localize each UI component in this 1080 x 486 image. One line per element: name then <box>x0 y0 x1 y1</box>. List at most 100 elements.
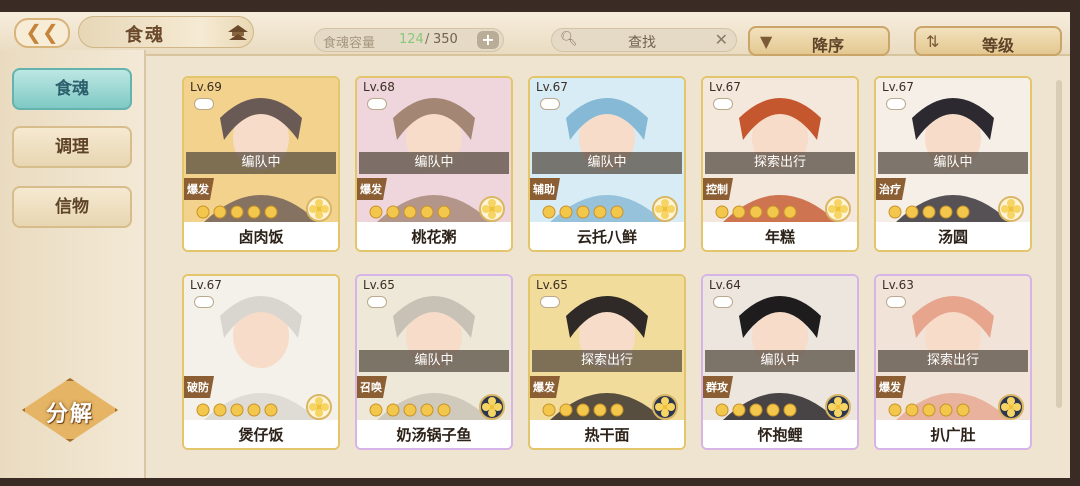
level-label: Lv.67 <box>882 80 914 94</box>
star-icon <box>956 205 970 219</box>
star-rating <box>369 205 451 219</box>
card-name: 扒广肚 <box>876 422 1030 448</box>
star-icon <box>905 205 919 219</box>
star-icon <box>888 403 902 417</box>
food-soul-card[interactable]: Lv.67 破防 煲仔饭 <box>182 274 340 450</box>
rank-flower-icon <box>998 196 1024 222</box>
flower-icon <box>1001 199 1021 219</box>
card-name: 热干面 <box>530 422 684 448</box>
search-icon: 🔍︎ <box>560 31 578 47</box>
star-icon <box>593 403 607 417</box>
star-icon <box>403 205 417 219</box>
capacity-separator: / <box>425 32 430 47</box>
card-name: 卤肉饭 <box>184 224 338 250</box>
search-bar[interactable]: 🔍︎ 查找 ✕ <box>551 28 737 52</box>
star-icon <box>956 403 970 417</box>
star-icon <box>420 403 434 417</box>
food-soul-card[interactable]: Lv.64 编队中群攻怀抱鲤 <box>701 274 859 450</box>
role-badge: 控制 <box>703 178 735 200</box>
rank-flower-icon <box>825 394 851 420</box>
rank-flower-icon <box>652 394 678 420</box>
star-icon <box>905 403 919 417</box>
rank-flower-icon <box>998 394 1024 420</box>
star-icon <box>386 403 400 417</box>
star-icon <box>749 205 763 219</box>
sort-field-button[interactable]: ⇅ 等级 <box>914 26 1062 56</box>
status-banner: 探索出行 <box>878 350 1028 372</box>
star-icon <box>732 403 746 417</box>
rank-flower-icon <box>306 196 332 222</box>
status-banner: 编队中 <box>705 350 855 372</box>
capacity-label: 食魂容量 <box>323 36 376 51</box>
flower-icon <box>828 199 848 219</box>
capacity-display: 食魂容量 124 / 350 + <box>314 28 504 52</box>
role-badge: 治疗 <box>876 178 908 200</box>
star-icon <box>420 205 434 219</box>
star-rating <box>715 403 797 417</box>
food-soul-card[interactable]: Lv.68 编队中 爆发 桃花粥 <box>355 76 513 252</box>
star-rating <box>542 205 624 219</box>
level-label: Lv.67 <box>709 80 741 94</box>
food-soul-card[interactable]: Lv.69 编队中 爆发 卤肉饭 <box>182 76 340 252</box>
lock-tag-icon <box>367 296 387 308</box>
lock-tag-icon <box>886 296 906 308</box>
food-soul-card[interactable]: Lv.67 探索出行 控制 年糕 <box>701 76 859 252</box>
star-rating <box>196 205 278 219</box>
flower-icon <box>655 199 675 219</box>
star-icon <box>939 205 953 219</box>
star-icon <box>196 205 210 219</box>
star-icon <box>403 403 417 417</box>
lock-tag-icon <box>540 296 560 308</box>
star-icon <box>213 403 227 417</box>
star-icon <box>749 403 763 417</box>
star-icon <box>213 205 227 219</box>
flower-icon <box>1001 397 1021 417</box>
flower-icon <box>828 397 848 417</box>
add-capacity-button[interactable]: + <box>477 31 499 49</box>
tab-food-soul[interactable]: 食魂 <box>12 68 132 110</box>
scrollbar[interactable] <box>1056 80 1062 408</box>
star-icon <box>783 403 797 417</box>
card-name: 桃花粥 <box>357 224 511 250</box>
star-rating <box>888 403 970 417</box>
star-icon <box>369 403 383 417</box>
role-label: 爆发 <box>533 381 555 394</box>
search-label: 查找 <box>628 35 656 51</box>
sort-order-label: 降序 <box>812 36 845 55</box>
star-icon <box>732 205 746 219</box>
tab-conditioning[interactable]: 调理 <box>12 126 132 168</box>
star-icon <box>576 205 590 219</box>
food-soul-card[interactable]: Lv.67 编队中 辅助 云托八鲜 <box>528 76 686 252</box>
card-name: 怀抱鲤 <box>703 422 857 448</box>
status-banner: 编队中 <box>532 152 682 174</box>
star-icon <box>715 403 729 417</box>
card-name: 煲仔饭 <box>184 422 338 448</box>
role-label: 爆发 <box>879 381 901 394</box>
food-soul-card[interactable]: Lv.67 编队中 治疗 汤圆 <box>874 76 1032 252</box>
star-rating <box>196 403 278 417</box>
clear-icon[interactable]: ✕ <box>715 30 728 49</box>
status-banner: 探索出行 <box>532 350 682 372</box>
star-icon <box>766 205 780 219</box>
role-badge: 爆发 <box>184 178 216 200</box>
level-label: Lv.64 <box>709 278 741 292</box>
role-label: 爆发 <box>187 183 209 196</box>
role-label: 辅助 <box>533 183 555 196</box>
role-badge: 群攻 <box>703 376 735 398</box>
star-icon <box>264 205 278 219</box>
food-soul-card[interactable]: Lv.65 探索出行爆发热干面 <box>528 274 686 450</box>
bottom-frame <box>0 478 1080 486</box>
level-label: Lv.65 <box>536 278 568 292</box>
back-arrow-icon: ❮❮ <box>25 20 59 44</box>
level-label: Lv.69 <box>190 80 222 94</box>
sort-order-button[interactable]: ▼ 降序 <box>748 26 890 56</box>
tab-keepsake[interactable]: 信物 <box>12 186 132 228</box>
card-name: 年糕 <box>703 224 857 250</box>
back-button[interactable]: ❮❮ <box>14 18 70 48</box>
rank-flower-icon <box>306 394 332 420</box>
page-title: 食魂 <box>125 25 165 46</box>
star-icon <box>437 205 451 219</box>
food-soul-card[interactable]: Lv.65 编队中 召唤 奶汤锅子鱼 <box>355 274 513 450</box>
star-icon <box>766 403 780 417</box>
food-soul-card[interactable]: Lv.63 探索出行 爆发 扒广肚 <box>874 274 1032 450</box>
